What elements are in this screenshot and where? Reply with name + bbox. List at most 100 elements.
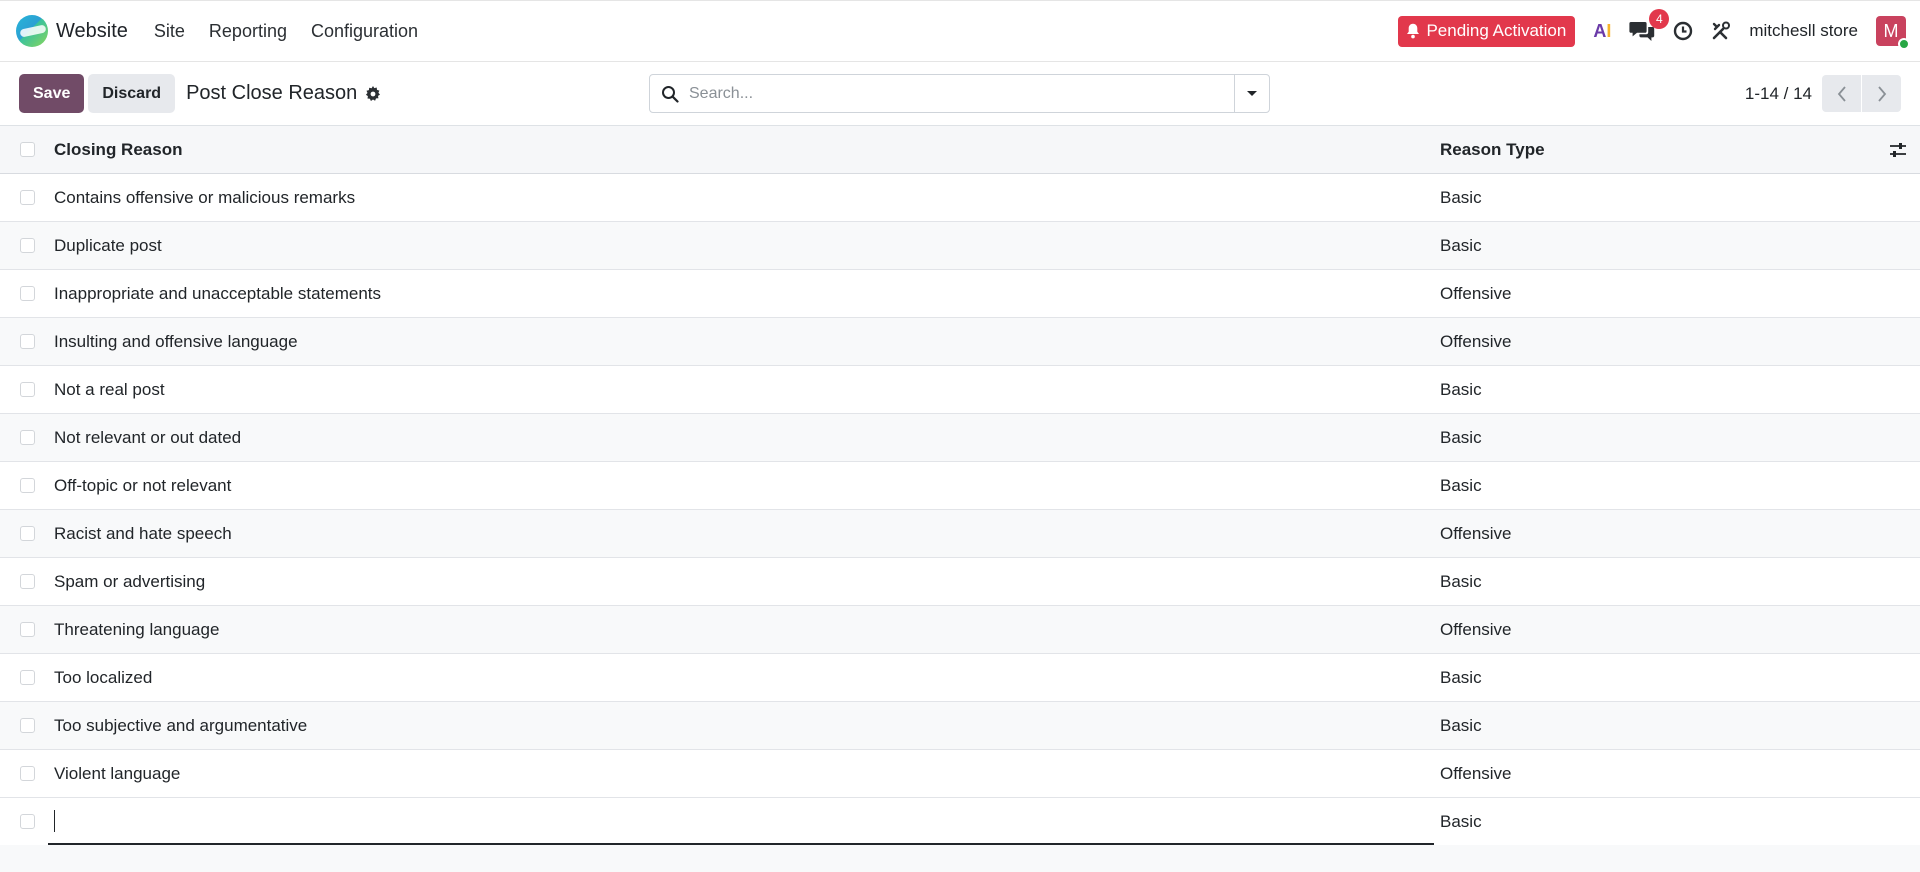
reason-type-cell[interactable]: Basic [1440,476,1876,496]
row-checkbox[interactable] [19,430,35,445]
search-input[interactable] [689,84,1234,103]
closing-reason-cell[interactable]: Contains offensive or malicious remarks [54,188,1440,208]
table-row[interactable]: Off-topic or not relevant Basic [0,462,1920,510]
pager-next-button[interactable] [1862,75,1901,112]
reason-type-cell[interactable]: Offensive [1440,332,1876,352]
table-row[interactable]: Duplicate post Basic [0,222,1920,270]
app-brand[interactable]: Website [16,15,128,47]
table-row-editing[interactable]: Basic [0,798,1920,845]
closing-reason-cell[interactable]: Spam or advertising [54,572,1440,592]
gear-icon[interactable] [365,85,381,102]
reason-type-cell[interactable]: Basic [1440,380,1876,400]
table-header: Closing Reason Reason Type [0,126,1920,174]
table-row[interactable]: Inappropriate and unacceptable statement… [0,270,1920,318]
clock-icon[interactable] [1673,21,1693,41]
closing-reason-list: Closing Reason Reason Type Contains offe… [0,126,1920,872]
table-row[interactable]: Not a real post Basic [0,366,1920,414]
column-header-closing-reason[interactable]: Closing Reason [54,140,1440,160]
closing-reason-cell[interactable]: Too subjective and argumentative [54,716,1440,736]
row-checkbox[interactable] [19,766,35,781]
reason-type-cell[interactable]: Offensive [1440,524,1876,544]
pending-activation-button[interactable]: Pending Activation [1398,15,1576,47]
reason-type-cell[interactable]: Basic [1440,188,1876,208]
table-row[interactable]: Insulting and offensive language Offensiv… [0,318,1920,366]
user-avatar[interactable]: M [1876,16,1910,50]
reason-type-cell[interactable]: Offensive [1440,764,1876,784]
table-row[interactable]: Contains offensive or malicious remarks B… [0,174,1920,222]
table-row[interactable]: Too subjective and argumentative Basic [0,702,1920,750]
pager: 1-14 / 14 [1745,74,1901,113]
row-select-cell [0,670,54,685]
chevron-right-icon [1877,85,1886,102]
menu-item-reporting[interactable]: Reporting [209,21,287,42]
closing-reason-cell[interactable]: Insulting and offensive language [54,332,1440,352]
reason-type-cell[interactable]: Basic [1440,236,1876,256]
messaging-menu[interactable]: 4 [1629,9,1670,43]
website-logo-icon [16,15,48,47]
closing-reason-cell[interactable]: Inappropriate and unacceptable statement… [54,284,1440,304]
row-checkbox[interactable] [19,622,35,637]
row-checkbox[interactable] [19,670,35,685]
row-select-cell [0,814,54,829]
optional-columns-toggle[interactable] [1876,142,1920,158]
reason-type-cell[interactable]: Basic [1440,428,1876,448]
reason-type-cell[interactable]: Basic [1440,572,1876,592]
column-header-reason-type[interactable]: Reason Type [1440,140,1876,160]
closing-reason-cell[interactable]: Not a real post [54,380,1440,400]
search-bar [649,74,1270,113]
closing-reason-cell[interactable]: Not relevant or out dated [54,428,1440,448]
reason-type-cell[interactable]: Basic [1440,668,1876,688]
row-checkbox[interactable] [19,286,35,301]
row-checkbox[interactable] [19,814,35,829]
reason-type-cell[interactable]: Offensive [1440,620,1876,640]
closing-reason-cell[interactable]: Duplicate post [54,236,1440,256]
ai-icon[interactable]: AI [1593,21,1611,42]
discard-button[interactable]: Discard [88,74,176,113]
search-options-toggle[interactable] [1234,75,1269,112]
save-button[interactable]: Save [19,74,85,113]
table-row[interactable]: Violent language Offensive [0,750,1920,798]
row-select-cell [0,382,54,397]
chat-counter-badge: 4 [1649,9,1670,29]
reason-type-cell[interactable]: Offensive [1440,284,1876,304]
menu-item-configuration[interactable]: Configuration [311,21,418,42]
main-menu: Site Reporting Configuration [154,21,418,42]
row-checkbox[interactable] [19,334,35,349]
row-checkbox[interactable] [19,718,35,733]
menu-item-site[interactable]: Site [154,21,185,42]
table-row[interactable]: Too localized Basic [0,654,1920,702]
closing-reason-cell[interactable]: Off-topic or not relevant [54,476,1440,496]
row-checkbox[interactable] [19,526,35,541]
tools-icon[interactable] [1711,21,1731,41]
row-checkbox[interactable] [19,238,35,253]
pager-previous-button[interactable] [1822,75,1861,112]
table-row[interactable]: Threatening language Offensive [0,606,1920,654]
closing-reason-cell[interactable]: Violent language [54,764,1440,784]
control-panel: Save Discard Post Close Reason 1-14 / 14 [0,62,1920,126]
row-checkbox[interactable] [19,478,35,493]
closing-reason-cell[interactable]: Racist and hate speech [54,524,1440,544]
closing-reason-cell[interactable]: Threatening language [54,620,1440,640]
select-all-cell [0,142,54,157]
row-select-cell [0,622,54,637]
company-switcher[interactable]: mitchesll store [1749,21,1858,41]
bell-icon [1407,23,1420,39]
table-row[interactable]: Racist and hate speech Offensive [0,510,1920,558]
row-select-cell [0,574,54,589]
row-checkbox[interactable] [19,190,35,205]
row-select-cell [0,334,54,349]
closing-reason-input[interactable] [48,798,1434,845]
table-row[interactable]: Spam or advertising Basic [0,558,1920,606]
reason-type-cell[interactable]: Basic [1434,812,1876,832]
table-row[interactable]: Not relevant or out dated Basic [0,414,1920,462]
sliders-icon [1890,142,1906,157]
reason-type-cell[interactable]: Basic [1440,716,1876,736]
row-checkbox[interactable] [19,574,35,589]
closing-reason-cell[interactable]: Too localized [54,668,1440,688]
pager-value[interactable]: 1-14 / 14 [1745,84,1812,104]
text-cursor [54,809,55,832]
select-all-checkbox[interactable] [19,142,35,157]
row-checkbox[interactable] [19,382,35,397]
page-title: Post Close Reason [186,82,358,104]
row-select-cell [0,478,54,493]
